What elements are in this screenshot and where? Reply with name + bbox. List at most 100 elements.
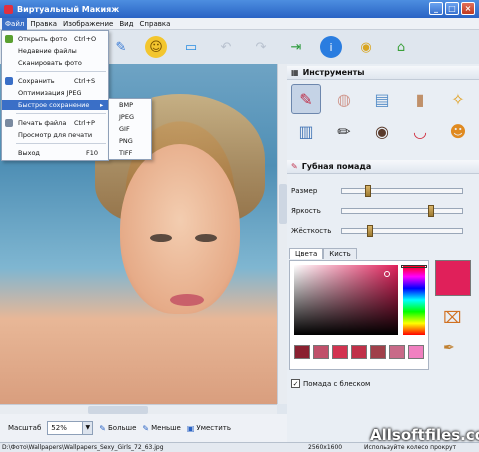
menu-item-optimize-jpeg[interactable]: Оптимизация JPEG: [2, 88, 108, 98]
effects-tool-icon[interactable]: ✧: [443, 84, 473, 114]
menu-item-label: Печать файла: [18, 119, 67, 127]
menu-item-label: Недавние файлы: [18, 47, 77, 55]
menu-item-exit[interactable]: Выход F10: [2, 148, 108, 158]
zoom-bar: Масштаб 52% ▼ ✎ Больше ✎ Меньше ▣ Уместить: [0, 414, 287, 442]
zoom-in-label: Больше: [107, 424, 137, 432]
menu-file[interactable]: Файл: [2, 17, 28, 30]
slider-brightness-track[interactable]: [341, 205, 463, 217]
export-icon[interactable]: ⇥: [285, 36, 307, 58]
menu-item-quick-save[interactable]: Быстрое сохранение ▸: [2, 100, 108, 110]
menu-view[interactable]: Вид: [116, 18, 136, 30]
gloss-option[interactable]: ✓ Помада с блеском: [291, 379, 370, 388]
title-bar: Виртуальный Макияж _ □ ×: [0, 0, 479, 18]
smiley-icon[interactable]: ☺: [145, 36, 167, 58]
gloss-checkbox[interactable]: ✓: [291, 379, 300, 388]
maximize-button[interactable]: □: [445, 2, 459, 15]
hue-bar[interactable]: [401, 265, 427, 335]
person-tool-icon[interactable]: ☻: [443, 116, 473, 146]
menu-item-shortcut: F10: [86, 149, 99, 157]
menu-item-open-photo[interactable]: Открыть фото Ctrl+O: [2, 34, 108, 44]
slider-size-knob[interactable]: [364, 185, 371, 197]
color-swatch[interactable]: [389, 345, 405, 359]
menu-item-shortcut: Ctrl+O: [74, 35, 97, 43]
menu-image[interactable]: Изображение: [60, 18, 116, 30]
redo-icon[interactable]: ↷: [250, 36, 272, 58]
minimize-button[interactable]: _: [429, 2, 443, 15]
lips-tool-icon[interactable]: ◡: [405, 116, 435, 146]
vertical-scroll-thumb[interactable]: [279, 184, 287, 224]
zoom-in-button[interactable]: ✎ Больше: [99, 424, 136, 433]
menu-item-print[interactable]: Печать файла Ctrl+P: [2, 118, 108, 128]
submenu-arrow-icon: ▸: [100, 101, 104, 109]
color-swatch[interactable]: [370, 345, 386, 359]
zoom-out-button[interactable]: ✎ Меньше: [142, 424, 180, 433]
horizontal-scrollbar[interactable]: [0, 404, 277, 414]
photo-lips: [170, 294, 204, 306]
tab-colors[interactable]: Цвета: [289, 248, 324, 259]
zoom-select[interactable]: 52% ▼: [47, 421, 94, 435]
fit-icon: ▣: [186, 423, 195, 433]
app-heart-icon: [4, 4, 13, 14]
eyeshadow-tool-icon[interactable]: ▤: [367, 84, 397, 114]
color-palette: [289, 260, 429, 370]
slider-hardness-knob[interactable]: [367, 225, 374, 237]
undo-icon[interactable]: ↶: [215, 36, 237, 58]
wand-icon[interactable]: ✎: [110, 36, 132, 58]
slider-brightness-knob[interactable]: [427, 205, 434, 217]
print-icon: [5, 119, 13, 127]
color-picker[interactable]: [294, 265, 398, 335]
color-swatch[interactable]: [294, 345, 310, 359]
coins-icon[interactable]: ◉: [355, 36, 377, 58]
monitor-icon[interactable]: ▭: [180, 36, 202, 58]
eraser-icon[interactable]: ⌧: [443, 308, 461, 327]
horizontal-scroll-thumb[interactable]: [88, 406, 148, 414]
vertical-scrollbar[interactable]: [277, 64, 287, 404]
lipstick-tool-icon[interactable]: ✎: [291, 84, 321, 114]
slider-hardness-label: Жёсткость: [291, 227, 332, 235]
home-icon[interactable]: ⌂: [390, 36, 412, 58]
palette-tool-icon[interactable]: ▥: [291, 116, 321, 146]
color-tabs: Цвета Кисть: [289, 248, 357, 259]
info-icon[interactable]: i: [320, 36, 342, 58]
slider-size-track[interactable]: [341, 185, 463, 197]
quick-save-submenu: BMP JPEG GIF PNG TIFF: [108, 98, 152, 160]
submenu-item-jpeg[interactable]: JPEG: [109, 111, 151, 123]
pencil-tool-icon[interactable]: ✏: [329, 116, 359, 146]
menu-item-save[interactable]: Сохранить Ctrl+S: [2, 76, 108, 86]
status-resolution: 2560x1600: [308, 444, 343, 451]
submenu-item-tiff[interactable]: TIFF: [109, 147, 151, 159]
foundation-tool-icon[interactable]: ▮: [405, 84, 435, 114]
powder-tool-icon[interactable]: ◍: [329, 84, 359, 114]
eye-tool-icon[interactable]: ◉: [367, 116, 397, 146]
submenu-item-bmp[interactable]: BMP: [109, 99, 151, 111]
menu-item-label: Открыть фото: [18, 35, 68, 43]
chevron-down-icon[interactable]: ▼: [82, 422, 93, 434]
color-swatch[interactable]: [313, 345, 329, 359]
menu-item-recent-files[interactable]: Недавние файлы: [2, 46, 108, 56]
lipstick-header: ✎ Губная помада: [287, 160, 479, 174]
zoom-value: 52%: [51, 424, 67, 432]
submenu-item-gif[interactable]: GIF: [109, 123, 151, 135]
submenu-item-png[interactable]: PNG: [109, 135, 151, 147]
menu-bar: Файл Правка Изображение Вид Справка: [0, 17, 479, 30]
slider-brightness: Яркость: [287, 204, 479, 218]
close-button[interactable]: ×: [461, 2, 475, 15]
color-swatch[interactable]: [351, 345, 367, 359]
hue-marker[interactable]: [401, 265, 427, 268]
zoom-fit-button[interactable]: ▣ Уместить: [187, 424, 231, 433]
lipstick-icon: ✎: [291, 162, 298, 171]
menu-item-label: Просмотр для печати: [18, 131, 93, 139]
color-swatch[interactable]: [408, 345, 424, 359]
selected-color-swatch[interactable]: [435, 260, 471, 296]
tab-brush[interactable]: Кисть: [323, 248, 357, 259]
menu-help[interactable]: Справка: [137, 18, 174, 30]
menu-item-print-preview[interactable]: Просмотр для печати: [2, 130, 108, 140]
menu-edit[interactable]: Правка: [27, 18, 60, 30]
window-title: Виртуальный Макияж: [17, 4, 120, 14]
slider-brightness-label: Яркость: [291, 207, 321, 215]
menu-item-scan-photo[interactable]: Сканировать фото: [2, 58, 108, 68]
slider-hardness-track[interactable]: [341, 225, 463, 237]
menu-divider: [16, 143, 106, 144]
eyedropper-icon[interactable]: ✒: [443, 340, 455, 356]
color-swatch[interactable]: [332, 345, 348, 359]
